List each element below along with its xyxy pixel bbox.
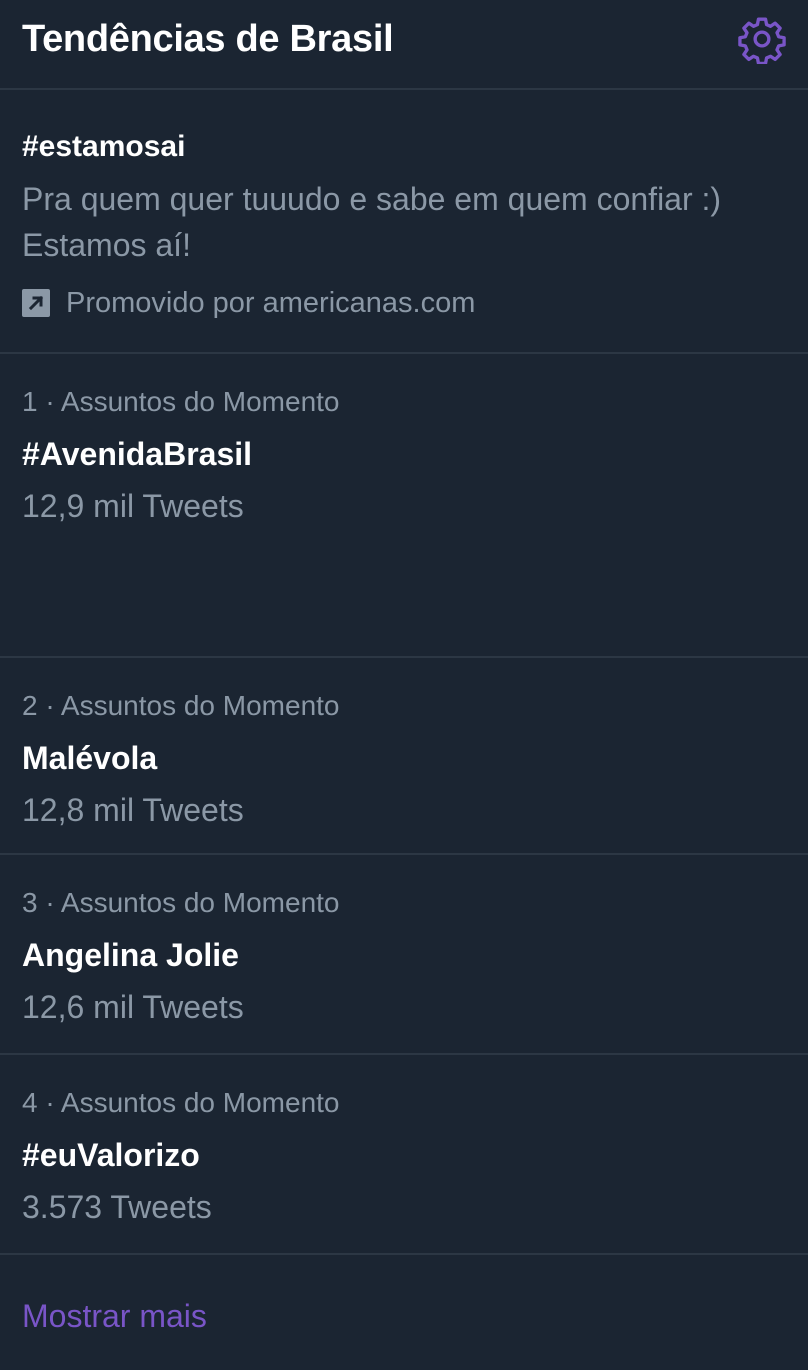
show-more-link[interactable]: Mostrar mais	[22, 1298, 207, 1335]
trend-item-1[interactable]: 1 · Assuntos do Momento #AvenidaBrasil 1…	[0, 354, 808, 658]
trend-meta: 4 · Assuntos do Momento	[22, 1087, 340, 1118]
trend-name: #AvenidaBrasil	[22, 436, 253, 472]
trends-panel: Tendências de Brasil #estamosai Pra quem…	[0, 0, 808, 1370]
promoted-hashtag: #estamosai	[22, 130, 186, 163]
page-title: Tendências de Brasil	[22, 18, 394, 60]
trend-item-4[interactable]: 4 · Assuntos do Momento #euValorizo 3.57…	[0, 1055, 808, 1255]
promoted-description: Pra quem quer tuuudo e sabe em quem conf…	[22, 181, 722, 263]
promoted-trend[interactable]: #estamosai Pra quem quer tuuudo e sabe e…	[0, 90, 808, 354]
trend-tweet-count: 3.573 Tweets	[22, 1189, 212, 1225]
trend-meta: 1 · Assuntos do Momento	[22, 386, 340, 417]
promoted-by-row: Promovido por americanas.com	[22, 286, 475, 320]
trends-header: Tendências de Brasil	[0, 0, 808, 90]
trend-meta: 3 · Assuntos do Momento	[22, 887, 340, 918]
settings-button[interactable]	[737, 14, 787, 64]
trend-name: Angelina Jolie	[22, 937, 239, 973]
trend-tweet-count: 12,8 mil Tweets	[22, 792, 244, 828]
trend-tweet-count: 12,6 mil Tweets	[22, 989, 244, 1025]
gear-icon	[738, 17, 786, 64]
trend-meta: 2 · Assuntos do Momento	[22, 690, 340, 721]
trend-item-3[interactable]: 3 · Assuntos do Momento Angelina Jolie 1…	[0, 855, 808, 1055]
promoted-arrow-icon	[22, 289, 50, 317]
trend-name: Malévola	[22, 740, 158, 776]
promoted-by-label: Promovido por americanas.com	[66, 286, 476, 319]
trend-name: #euValorizo	[22, 1137, 200, 1173]
trend-tweet-count: 12,9 mil Tweets	[22, 488, 244, 524]
trend-item-2[interactable]: 2 · Assuntos do Momento Malévola 12,8 mi…	[0, 658, 808, 855]
